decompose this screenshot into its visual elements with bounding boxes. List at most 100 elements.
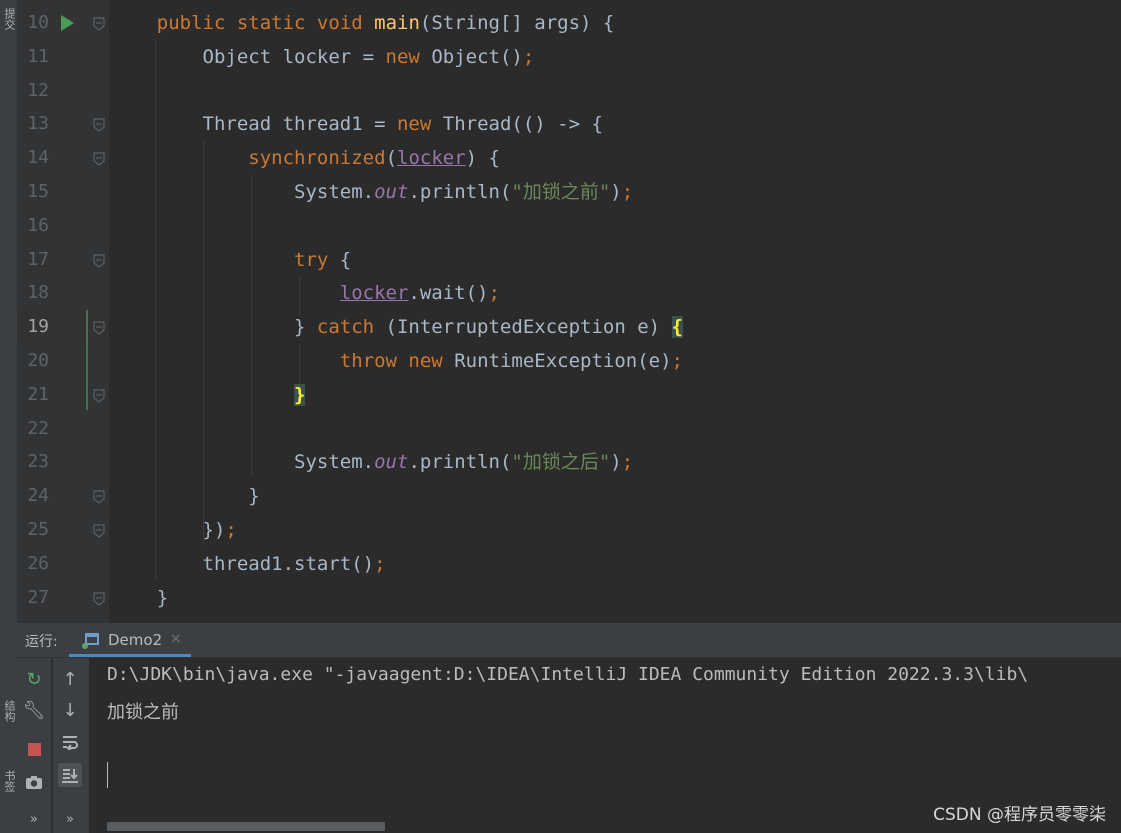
code-line[interactable]: Thread thread1 = new Thread(() -> { (111, 107, 603, 141)
rerun-icon[interactable]: ↻ (22, 667, 46, 691)
commit-tool-tab[interactable]: 提交 (0, 8, 17, 30)
code-token: new (408, 350, 455, 372)
line-number: 10 (27, 12, 49, 33)
structure-tool-tab[interactable]: 结构 (0, 700, 17, 722)
structure-tab-label: 结构 (3, 700, 16, 722)
code-line[interactable]: }); (111, 513, 237, 547)
soft-wrap-icon[interactable] (58, 730, 82, 754)
fold-marker-icon[interactable] (92, 523, 106, 538)
code-token: { (671, 316, 683, 339)
code-token: Thread thread1 = (111, 113, 397, 136)
code-line[interactable]: System.out.println("加锁之后"); (111, 445, 633, 479)
code-token: out (374, 181, 409, 203)
camera-icon[interactable] (22, 770, 46, 794)
code-token: ; (488, 282, 500, 305)
code-line[interactable]: throw new RuntimeException(e); (111, 344, 683, 378)
code-line[interactable]: try { (111, 243, 351, 277)
code-line[interactable]: } catch (InterruptedException e) { (111, 310, 683, 344)
code-token: new (385, 45, 432, 68)
code-line[interactable]: } (111, 479, 260, 513)
run-tab-demo2[interactable]: Demo2 × (69, 623, 191, 657)
run-tab-label: Demo2 (108, 631, 163, 649)
code-token: ) (610, 181, 622, 203)
watermark: CSDN @程序员零零柒 (933, 805, 1106, 825)
scroll-to-end-icon[interactable] (58, 763, 82, 787)
run-toolbar-secondary: ↑ ↓ » (53, 658, 89, 833)
bookmarks-tab-label: 书签 (3, 770, 16, 792)
code-token: ; (522, 45, 535, 68)
run-header: 运行: Demo2 × (17, 623, 1121, 658)
code-token: public (156, 12, 237, 34)
left-tool-strip: 提交 结构 书签 (0, 0, 18, 833)
fold-marker-icon[interactable] (92, 16, 106, 31)
wrench-icon[interactable]: 🔧︎ (22, 698, 46, 722)
code-token: new (396, 113, 443, 136)
code-token: (InterruptedException e) (385, 316, 672, 339)
line-number: 25 (27, 519, 49, 540)
code-token: ) (610, 451, 622, 474)
code-token: ) { (465, 147, 500, 170)
code-token: } (111, 485, 260, 508)
run-main-icon[interactable] (61, 15, 74, 31)
console-line: D:\JDK\bin\java.exe "-javaagent:D:\IDEA\… (107, 664, 1029, 685)
code-token: ( (385, 147, 398, 170)
fold-marker-icon[interactable] (92, 151, 106, 166)
fold-marker-icon[interactable] (92, 489, 106, 504)
code-token: .println( (408, 451, 512, 474)
code-token: ; (671, 350, 683, 372)
code-editor[interactable]: public static void main(String[] args) {… (109, 0, 1121, 623)
code-token: Thread(() -> { (442, 113, 603, 136)
code-token: } (111, 586, 169, 609)
horizontal-scrollbar[interactable] (107, 822, 385, 831)
close-icon[interactable]: × (170, 631, 182, 647)
code-token: Object locker = (111, 45, 386, 68)
fold-marker-icon[interactable] (92, 388, 106, 403)
stop-icon[interactable] (22, 737, 46, 761)
code-token: ; (374, 552, 386, 575)
code-line[interactable]: locker.wait(); (111, 276, 500, 310)
code-token: ; (225, 519, 237, 541)
console-line: 加锁之前 (107, 702, 179, 723)
code-token: ; (621, 451, 634, 474)
line-number: 19 (27, 316, 49, 338)
fold-marker-icon[interactable] (92, 117, 106, 133)
fold-marker-icon[interactable] (92, 253, 106, 268)
code-token: out (374, 451, 409, 474)
line-number: 12 (27, 79, 49, 101)
run-label: 运行: (25, 634, 58, 650)
code-token: RuntimeException(e) (454, 350, 672, 372)
arrow-up-icon[interactable]: ↑ (58, 667, 82, 691)
line-number: 18 (27, 282, 49, 304)
code-token: System. (111, 451, 375, 474)
line-number: 24 (27, 485, 49, 507)
code-line[interactable]: synchronized(locker) { (111, 141, 500, 175)
code-token: ; (621, 181, 634, 203)
console-caret (107, 762, 108, 788)
more-tools-icon[interactable]: » (58, 807, 82, 831)
code-line[interactable]: } (111, 378, 306, 412)
code-line[interactable]: thread1.start(); (111, 547, 386, 581)
bookmarks-tool-tab[interactable]: 书签 (0, 770, 17, 792)
line-number: 16 (27, 214, 49, 236)
arrow-down-icon[interactable]: ↓ (58, 698, 82, 722)
code-line[interactable]: public static void main(String[] args) { (111, 6, 615, 40)
code-token: main (374, 12, 420, 34)
code-token: "加锁之前" (511, 181, 611, 203)
code-line[interactable]: System.out.println("加锁之前"); (111, 175, 633, 209)
code-line[interactable]: } (111, 581, 168, 615)
line-number: 15 (27, 181, 49, 202)
vcs-change-marker[interactable] (86, 310, 88, 410)
code-token: }) (111, 519, 226, 541)
fold-marker-icon[interactable] (92, 591, 106, 606)
code-token: Object() (431, 45, 523, 68)
more-tools-icon[interactable]: » (22, 807, 46, 831)
line-number: 26 (27, 552, 49, 574)
fold-marker-icon[interactable] (92, 320, 106, 335)
code-token: locker (397, 147, 466, 170)
code-line[interactable]: Object locker = new Object(); (111, 40, 535, 74)
